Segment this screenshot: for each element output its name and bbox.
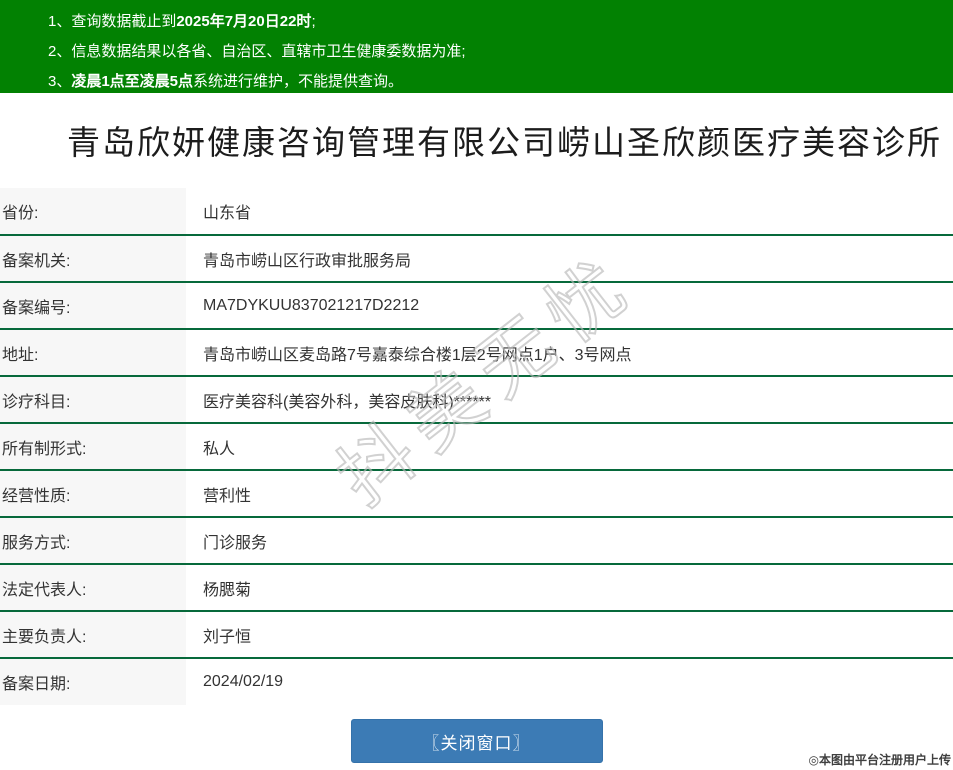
notice-line: 3、凌晨1点至凌晨5点系统进行维护，不能提供查询。 (48, 67, 943, 97)
row-value: 医疗美容科(美容外科，美容皮肤科)****** (203, 393, 492, 411)
notice-text-bold: 凌晨1点至凌晨5点 (71, 73, 194, 90)
row-value: 杨腮菊 (203, 581, 252, 599)
row-value: 私人 (203, 440, 236, 458)
notice-line: 2、信息数据结果以各省、自治区、直辖市卫生健康委数据为准; (48, 37, 943, 67)
table-row: 诊疗科目: 医疗美容科(美容外科，美容皮肤科)****** (0, 376, 953, 423)
table-row: 备案日期: 2024/02/19 (0, 658, 953, 705)
row-value: 门诊服务 (203, 534, 268, 552)
notice-text: 1、查询数据截止到 (48, 13, 177, 30)
row-label: 省份: (0, 188, 186, 235)
notice-text: ; (311, 13, 316, 30)
notice-text: 3、 (48, 73, 72, 90)
table-row: 所有制形式: 私人 (0, 423, 953, 470)
row-value: 2024/02/19 (203, 673, 284, 690)
row-label: 备案机关: (0, 235, 186, 282)
row-label: 备案编号: (0, 282, 186, 329)
registration-table: 省份: 山东省 备案机关: 青岛市崂山区行政审批服务局 备案编号: MA7DYKUU8… (0, 188, 953, 705)
notice-text-bold: 2025年7月20日22时 (176, 13, 312, 30)
notice-line: 1、查询数据截止到2025年7月20日22时; (48, 7, 943, 37)
row-label: 所有制形式: (0, 423, 186, 470)
row-label: 经营性质: (0, 470, 186, 517)
table-row: 主要负责人: 刘子恒 (0, 611, 953, 658)
table-row: 省份: 山东省 (0, 188, 953, 235)
notice-text: 系统进行维护，不能提供查询。 (193, 73, 404, 90)
row-value: 山东省 (203, 205, 252, 222)
row-label: 法定代表人: (0, 564, 186, 611)
row-value: 营利性 (203, 487, 252, 505)
close-window-button[interactable]: 〖关闭窗口〗 (350, 719, 603, 763)
row-label: 服务方式: (0, 517, 186, 564)
row-value: 青岛市崂山区行政审批服务局 (203, 252, 412, 270)
table-row: 地址: 青岛市崂山区麦岛路7号嘉泰综合楼1层2号网点1户、3号网点 (0, 329, 953, 376)
page-title: 青岛欣妍健康咨询管理有限公司崂山圣欣颜医疗美容诊所 (67, 124, 942, 161)
table-row: 经营性质: 营利性 (0, 470, 953, 517)
table-row: 备案编号: MA7DYKUU837021217D2212 (0, 282, 953, 329)
notice-text: 2、信息数据结果以各省、自治区、直辖市卫生健康委数据为准; (48, 43, 466, 60)
row-value: 青岛市崂山区麦岛路7号嘉泰综合楼1层2号网点1户、3号网点 (203, 346, 632, 364)
row-label: 主要负责人: (0, 611, 186, 658)
table-row: 服务方式: 门诊服务 (0, 517, 953, 564)
row-value: MA7DYKUU837021217D2212 (203, 296, 420, 314)
attribution-note: ◎本图由平台注册用户上传 (808, 753, 951, 767)
table-row: 备案机关: 青岛市崂山区行政审批服务局 (0, 235, 953, 282)
row-label: 备案日期: (0, 658, 186, 705)
row-label: 地址: (0, 329, 186, 376)
row-label: 诊疗科目: (0, 376, 186, 423)
table-row: 法定代表人: 杨腮菊 (0, 564, 953, 611)
notice-banner: 1、查询数据截止到2025年7月20日22时; 2、信息数据结果以各省、自治区、… (0, 0, 953, 93)
row-value: 刘子恒 (203, 628, 252, 646)
